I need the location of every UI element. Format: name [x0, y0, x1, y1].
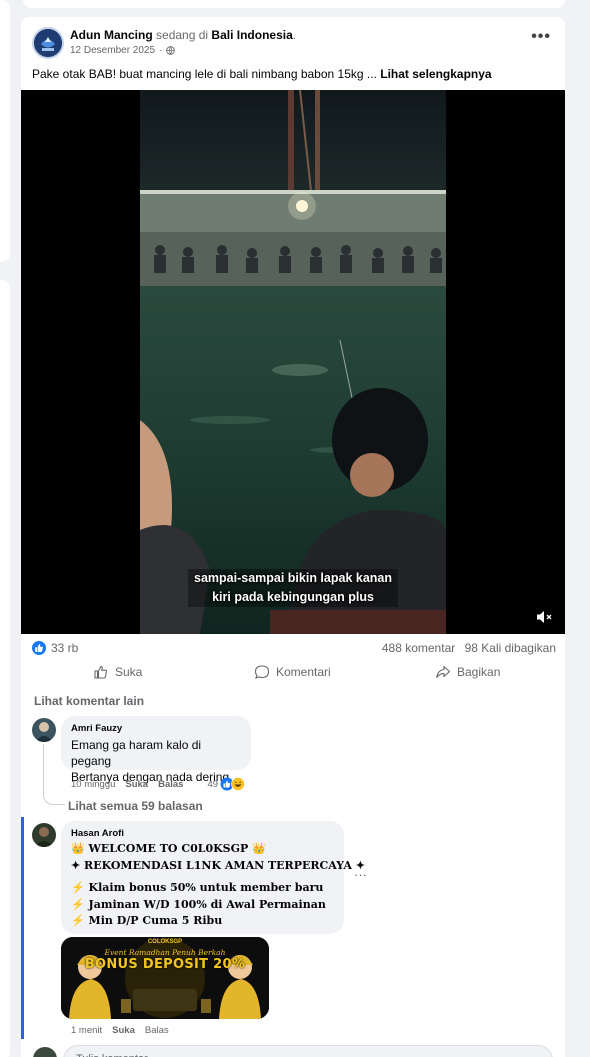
- new-comment-highlight: [21, 817, 24, 1039]
- comment-reply-button[interactable]: Balas: [145, 1025, 169, 1036]
- banner-brand: COLOKSGP: [147, 939, 183, 945]
- comment-bubble: Hasan Arofi 👑 WELCOME TO C0L0KSGP 👑 ✦ RE…: [61, 821, 365, 934]
- comment-bubble: Amri Fauzy Emang ga haram kalo di pegang…: [61, 716, 251, 784]
- commenter-avatar[interactable]: [32, 718, 56, 742]
- comment-bubble-icon: [254, 665, 270, 679]
- comment-text-line-4: ⚡ Jaminan W/D 100% di Awal Permainan: [71, 897, 326, 911]
- share-button[interactable]: Bagikan: [435, 664, 500, 680]
- post-date[interactable]: 12 Desember 2025: [70, 45, 155, 56]
- post-caption: Pake otak BAB! buat mancing lele di bali…: [32, 67, 492, 81]
- reaction-count: 49: [207, 778, 219, 790]
- like-label: Suka: [115, 665, 143, 679]
- left-card-edge: [0, 280, 10, 1057]
- globe-icon: [166, 46, 176, 55]
- view-replies-link[interactable]: Lihat semua 59 balasan: [68, 799, 203, 813]
- commenter-name[interactable]: Amri Fauzy: [71, 723, 241, 734]
- caption-text: Pake otak BAB! buat mancing lele di bali…: [32, 67, 377, 81]
- comment-text-line-5: ⚡ Min D/P Cuma 5 Ribu: [71, 914, 223, 927]
- comment-text-line-3: ⚡ Klaim bonus 50% untuk member baru: [71, 881, 324, 894]
- video-subtitle: sampai-sampai bikin lapak kanan kiri pada…: [21, 569, 565, 607]
- commenter-avatar[interactable]: [32, 823, 56, 847]
- author-line: Adun Mancing sedang di Bali Indonesia.: [70, 28, 297, 42]
- comment-text-line-2: ✦ REKOMENDASI L1NK AMAN TERPERCAYA ✦: [71, 858, 365, 872]
- current-user-avatar: [33, 1047, 57, 1057]
- at-text: sedang di: [156, 28, 209, 42]
- comment-count[interactable]: 488 komentar: [382, 641, 455, 655]
- like-reaction-icon[interactable]: [32, 641, 46, 655]
- post-actions: Suka Komentari Bagikan: [21, 660, 565, 684]
- comment-like-button[interactable]: Suka: [125, 779, 148, 790]
- video-frame: [140, 90, 446, 634]
- banner-title: BONUS DEPOSIT 20%: [84, 957, 246, 972]
- author-name[interactable]: Adun Mancing: [70, 28, 153, 42]
- subtitle-line-2: kiri pada kebingungan plus: [212, 590, 374, 604]
- comment-image-banner[interactable]: COLOKSGP Event Ramadhan Penuh Berkah BON…: [61, 937, 269, 1019]
- see-more-link[interactable]: Lihat selengkapnya: [380, 67, 491, 81]
- post-card: Adun Mancing sedang di Bali Indonesia. 1…: [21, 17, 565, 1057]
- location-link[interactable]: Bali Indonesia: [211, 28, 292, 42]
- subtitle-line-1: sampai-sampai bikin lapak kanan: [194, 571, 392, 585]
- comment-text-line-1: Emang ga haram kalo di pegang: [71, 738, 202, 768]
- video-player[interactable]: sampai-sampai bikin lapak kanan kiri pada…: [21, 90, 565, 634]
- comment-meta: 10 minggu Suka Balas 49: [71, 777, 245, 791]
- more-options-icon[interactable]: •••: [531, 29, 551, 45]
- comment-button[interactable]: Komentari: [254, 664, 331, 680]
- comment-like-button[interactable]: Suka: [112, 1025, 135, 1036]
- comment-more-options-icon[interactable]: ···: [354, 867, 367, 882]
- post-header: Adun Mancing sedang di Bali Indonesia. 1…: [21, 17, 565, 67]
- previous-post-edge: [23, 0, 565, 8]
- comment-reply-button[interactable]: Balas: [158, 779, 183, 790]
- commenter-name[interactable]: Hasan Arofi: [71, 828, 334, 839]
- comment-label: Komentari: [276, 665, 331, 679]
- view-more-comments[interactable]: Lihat komentar lain: [34, 694, 144, 708]
- share-arrow-icon: [436, 665, 451, 679]
- comment-reactions[interactable]: 49: [207, 777, 245, 791]
- left-card-edge: [0, 0, 10, 262]
- speaker-muted-icon[interactable]: [535, 608, 553, 626]
- comment-time[interactable]: 10 minggu: [71, 779, 115, 790]
- thumbs-up-icon: [94, 665, 107, 679]
- share-label: Bagikan: [457, 665, 501, 679]
- comment-meta: 1 menit Suka Balas: [71, 1025, 169, 1036]
- laugh-reaction-icon: [231, 777, 245, 791]
- comment-text-line-1: 👑 WELCOME TO C0L0KSGP 👑: [71, 842, 266, 855]
- like-count[interactable]: 33 rb: [51, 641, 78, 655]
- share-count[interactable]: 98 Kali dibagikan: [465, 641, 556, 655]
- post-stats: 33 rb 488 komentar 98 Kali dibagikan: [21, 636, 565, 660]
- like-button[interactable]: Suka: [93, 664, 142, 680]
- banner-event-text: Event Ramadhan Penuh Berkah: [104, 948, 226, 957]
- post-meta: 12 Desember 2025 ·: [70, 45, 176, 56]
- page-avatar[interactable]: [32, 27, 64, 59]
- comment-time[interactable]: 1 menit: [71, 1025, 102, 1036]
- comment-input[interactable]: Tulis komentar...: [63, 1045, 553, 1057]
